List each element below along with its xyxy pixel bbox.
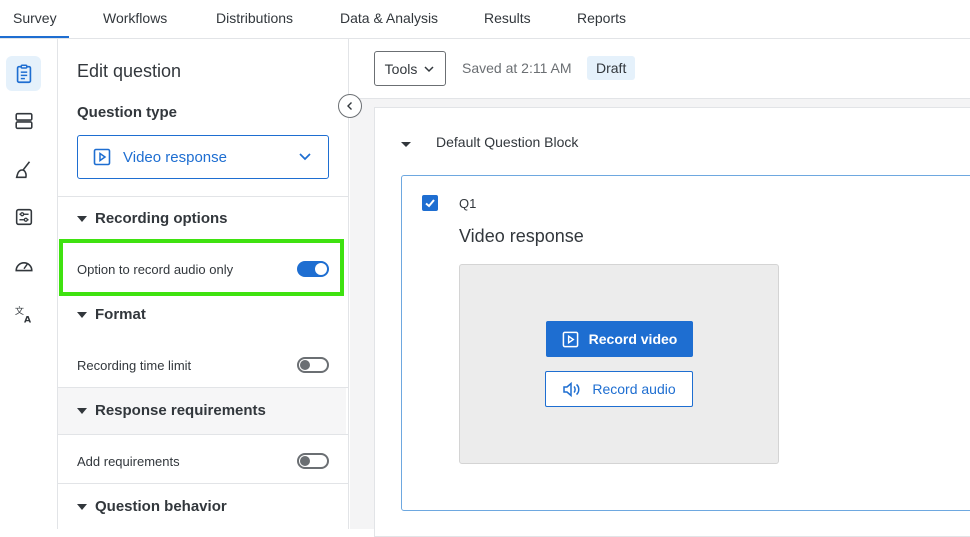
caret-down-icon [77,407,87,414]
chevron-down-icon [424,65,434,72]
edit-question-panel: Edit question Question type Video respon… [58,39,349,529]
add-requirements-toggle[interactable] [297,453,329,469]
question-checkbox[interactable] [422,195,438,211]
question-number: Q1 [459,196,477,211]
question-behavior-header[interactable]: Question behavior [77,498,227,515]
recording-options-header[interactable]: Recording options [77,210,228,227]
tools-button[interactable]: Tools [374,51,446,86]
record-audio-button[interactable]: Record audio [545,371,693,407]
collapse-panel-button[interactable] [338,94,362,118]
layout-icon [14,112,33,129]
tools-label: Tools [384,60,418,77]
left-rail: 文A [0,39,58,529]
translate-button[interactable]: 文A [6,296,41,331]
block-title: Default Question Block [436,134,579,150]
brush-icon [15,160,30,178]
translate-icon: 文A [14,305,32,325]
record-audio-label: Record audio [592,381,676,397]
survey-editor-button[interactable] [6,56,41,91]
time-limit-option: Recording time limit [77,354,329,376]
chevron-down-icon [299,153,311,161]
survey-options-button[interactable] [6,199,41,234]
toggle-knob [300,456,310,466]
saved-status: Saved at 2:11 AM [462,60,572,76]
caret-down-icon [401,141,411,147]
divider [58,434,349,435]
question-text[interactable]: Video response [459,226,584,247]
record-video-button[interactable]: Record video [546,321,693,357]
chevron-left-icon [347,102,352,110]
format-header[interactable]: Format [77,306,146,323]
format-label: Format [95,306,146,323]
add-requirements-option: Add requirements [77,450,329,472]
check-icon [425,199,435,208]
top-nav: Survey Workflows Distributions Data & An… [0,0,970,39]
tab-workflows[interactable]: Workflows [103,0,167,38]
toggle-knob [315,263,327,275]
question-type-dropdown[interactable]: Video response [77,135,329,179]
record-video-label: Record video [588,331,678,347]
survey-flow-button[interactable] [6,103,41,138]
response-requirements-header[interactable]: Response requirements [77,402,266,419]
svg-text:文: 文 [14,305,23,317]
question-type-label: Question type [77,104,178,121]
caret-down-icon [77,311,87,318]
video-recorder-area: Record video Record audio [459,264,779,464]
question-card[interactable]: Q1 Video response Record video Record au… [401,175,970,511]
tab-results[interactable]: Results [484,0,531,38]
gauge-icon [14,261,33,271]
time-limit-toggle[interactable] [297,357,329,373]
svg-text:A: A [24,314,32,325]
question-block: Default Question Block Q1 Video response… [374,107,970,537]
caret-down-icon [77,215,87,222]
add-requirements-label: Add requirements [77,453,180,469]
block-header[interactable]: Default Question Block [401,134,578,150]
divider [58,483,349,484]
response-requirements-label: Response requirements [95,402,266,419]
toggle-knob [300,360,310,370]
tab-distributions[interactable]: Distributions [216,0,293,38]
audio-only-option: Option to record audio only [77,258,329,280]
clipboard-icon [16,64,31,83]
tab-data-analysis[interactable]: Data & Analysis [340,0,438,38]
question-type-value: Video response [123,148,227,166]
caret-down-icon [77,503,87,510]
audio-only-label: Option to record audio only [77,261,234,277]
survey-canvas: Tools Saved at 2:11 AM Draft Default Que… [350,39,970,537]
editor-toolbar: Tools Saved at 2:11 AM Draft [350,39,970,99]
question-behavior-label: Question behavior [95,498,227,515]
tools-dashboard-button[interactable] [6,248,41,283]
video-icon [93,148,111,166]
status-badge: Draft [587,56,636,80]
look-and-feel-button[interactable] [6,152,41,187]
tab-survey[interactable]: Survey [0,0,69,38]
video-icon [562,331,578,347]
speaker-icon [563,381,580,397]
recording-options-label: Recording options [95,210,228,227]
panel-title: Edit question [77,61,182,81]
audio-only-toggle[interactable] [297,261,329,277]
sliders-icon [15,208,32,225]
divider [58,196,349,197]
time-limit-label: Recording time limit [77,357,192,373]
tab-reports[interactable]: Reports [577,0,626,38]
